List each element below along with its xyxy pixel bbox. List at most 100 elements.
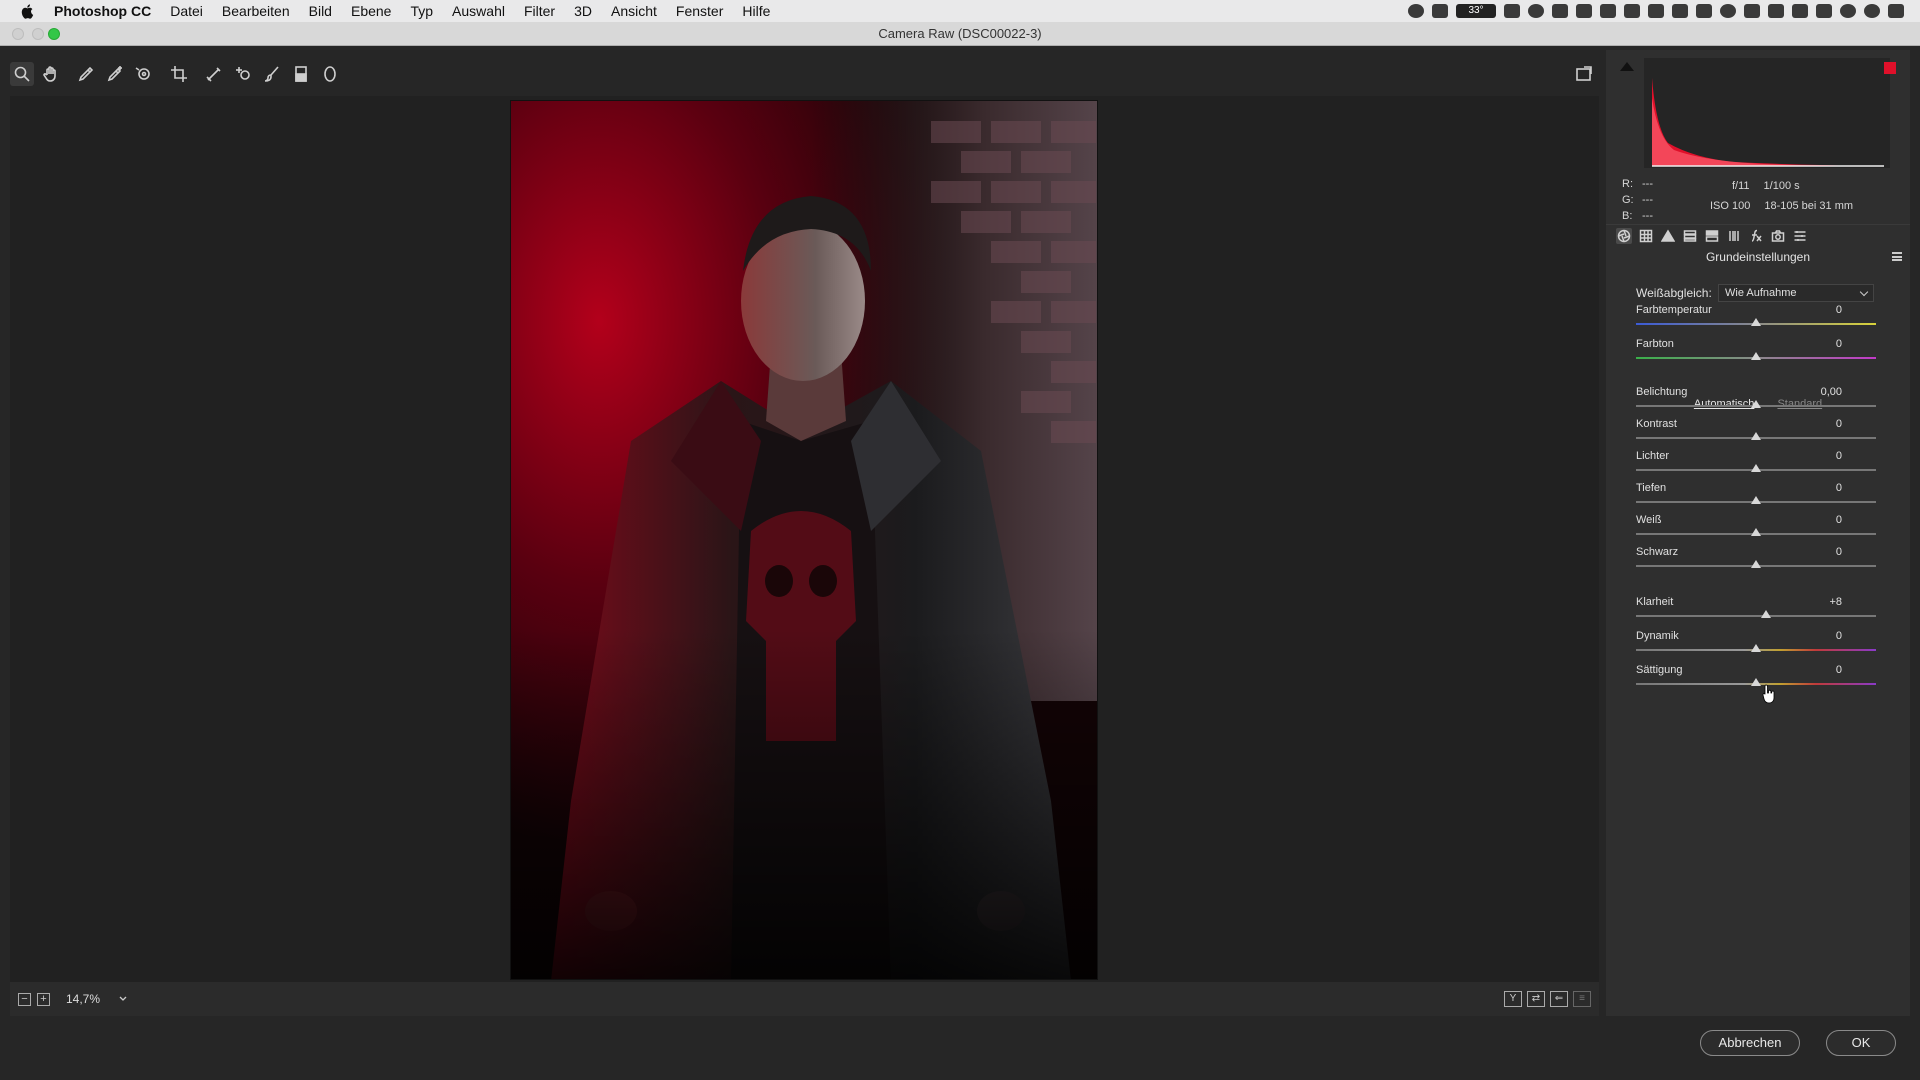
- slider-value[interactable]: 0: [1836, 482, 1842, 494]
- menu-auswahl[interactable]: Auswahl: [452, 0, 505, 22]
- white-balance-select[interactable]: Wie Aufnahme: [1718, 284, 1874, 302]
- menu-ebene[interactable]: Ebene: [351, 0, 391, 22]
- temperature-badge[interactable]: 33°: [1456, 4, 1496, 18]
- slider-value[interactable]: 0: [1836, 630, 1842, 642]
- evernote-icon[interactable]: [1624, 4, 1640, 18]
- slider-value[interactable]: 0: [1836, 338, 1842, 350]
- slider-value[interactable]: 0: [1836, 304, 1842, 316]
- creative-cloud-icon[interactable]: [1528, 4, 1544, 18]
- menu-bearbeiten[interactable]: Bearbeiten: [222, 0, 290, 22]
- wifi-icon[interactable]: [1768, 4, 1784, 18]
- bluetooth-icon[interactable]: [1744, 4, 1760, 18]
- straighten-tool[interactable]: [202, 62, 226, 86]
- monitor-icon[interactable]: [1672, 4, 1688, 18]
- tab-detail[interactable]: [1660, 228, 1676, 244]
- record-icon[interactable]: [1408, 4, 1424, 18]
- tab-tone-curve[interactable]: [1638, 228, 1654, 244]
- siri-icon[interactable]: [1864, 4, 1880, 18]
- menu-datei[interactable]: Datei: [170, 0, 203, 22]
- targeted-adjustment-tool[interactable]: [132, 62, 156, 86]
- slider-dynamik[interactable]: Dynamik 0: [1636, 630, 1876, 656]
- slider-lichter[interactable]: Lichter 0: [1636, 450, 1876, 476]
- feather-icon[interactable]: [1552, 4, 1568, 18]
- slider-track[interactable]: [1636, 615, 1876, 617]
- slider-thumb[interactable]: [1751, 432, 1761, 440]
- color-sampler-tool[interactable]: [103, 62, 127, 86]
- airplay-icon[interactable]: [1792, 4, 1808, 18]
- zoom-in-button[interactable]: +: [37, 992, 50, 1006]
- slider-thumb[interactable]: [1751, 400, 1761, 408]
- vpn-icon[interactable]: [1648, 4, 1664, 18]
- copy-settings-button[interactable]: ⇐: [1550, 991, 1568, 1007]
- slider-value[interactable]: 0: [1836, 450, 1842, 462]
- slider-thumb[interactable]: [1751, 678, 1761, 686]
- crop-tool[interactable]: [167, 62, 191, 86]
- slider-thumb[interactable]: [1751, 464, 1761, 472]
- window-zoom-button[interactable]: [48, 28, 60, 40]
- slider-kontrast[interactable]: Kontrast 0: [1636, 418, 1876, 444]
- slider-tiefen[interactable]: Tiefen 0: [1636, 482, 1876, 508]
- image-preview-area[interactable]: [10, 96, 1599, 982]
- menu-fenster[interactable]: Fenster: [676, 0, 723, 22]
- slider-thumb[interactable]: [1751, 318, 1761, 326]
- notification-center-icon[interactable]: [1888, 4, 1904, 18]
- apple-icon[interactable]: [20, 3, 36, 19]
- spotlight-search-icon[interactable]: [1840, 4, 1856, 18]
- menu-app-name[interactable]: Photoshop CC: [54, 0, 151, 22]
- menu-bild[interactable]: Bild: [309, 0, 332, 22]
- swap-before-after-button[interactable]: ⇄: [1527, 991, 1545, 1007]
- slider-schwarz[interactable]: Schwarz 0: [1636, 546, 1876, 572]
- panel-menu-icon[interactable]: [1892, 252, 1902, 261]
- window-close-button[interactable]: [12, 28, 24, 40]
- slider-value[interactable]: 0: [1836, 664, 1842, 676]
- tab-hsl[interactable]: [1682, 228, 1698, 244]
- slider-belichtung[interactable]: Belichtung 0,00: [1636, 386, 1876, 412]
- battery-app-icon[interactable]: [1504, 4, 1520, 18]
- menu-hilfe[interactable]: Hilfe: [742, 0, 770, 22]
- menu-3d[interactable]: 3D: [574, 0, 592, 22]
- cloud-icon[interactable]: [1696, 4, 1712, 18]
- slider-thumb[interactable]: [1751, 352, 1761, 360]
- photo-preview[interactable]: [510, 100, 1098, 980]
- tab-camera-calibration[interactable]: [1770, 228, 1786, 244]
- menu-ansicht[interactable]: Ansicht: [611, 0, 657, 22]
- chevron-down-icon[interactable]: [118, 994, 128, 1004]
- slider-value[interactable]: 0: [1836, 514, 1842, 526]
- radial-filter-tool[interactable]: [318, 62, 342, 86]
- fullscreen-toggle-button[interactable]: [1572, 62, 1596, 86]
- cancel-button[interactable]: Abbrechen: [1700, 1030, 1800, 1056]
- window-minimize-button[interactable]: [32, 28, 44, 40]
- adjustment-brush-tool[interactable]: [260, 62, 284, 86]
- zoom-level[interactable]: 14,7%: [66, 992, 100, 1006]
- slider-thumb[interactable]: [1760, 610, 1771, 618]
- tab-basic[interactable]: [1616, 227, 1632, 244]
- slider-thumb[interactable]: [1751, 528, 1761, 536]
- slider-weiß[interactable]: Weiß 0: [1636, 514, 1876, 540]
- menu-typ[interactable]: Typ: [410, 0, 433, 22]
- tab-effects[interactable]: [1748, 228, 1764, 244]
- menu-filter[interactable]: Filter: [524, 0, 555, 22]
- tab-presets[interactable]: [1792, 228, 1808, 244]
- shadow-clipping-warning[interactable]: [1620, 62, 1634, 71]
- preview-settings-button[interactable]: ≡: [1573, 991, 1591, 1007]
- highlight-clipping-warning[interactable]: [1884, 62, 1896, 74]
- slider-thumb[interactable]: [1751, 644, 1761, 652]
- white-balance-tool[interactable]: [74, 62, 98, 86]
- slider-farbton[interactable]: Farbton 0: [1636, 338, 1876, 364]
- battery-icon[interactable]: [1816, 4, 1832, 18]
- slider-thumb[interactable]: [1751, 560, 1761, 568]
- slider-value[interactable]: 0: [1836, 546, 1842, 558]
- graduated-filter-tool[interactable]: [289, 62, 313, 86]
- zoom-out-button[interactable]: −: [18, 992, 31, 1006]
- slider-value[interactable]: 0: [1836, 418, 1842, 430]
- slider-thumb[interactable]: [1751, 496, 1761, 504]
- before-after-toggle-button[interactable]: Y: [1504, 991, 1522, 1007]
- dropbox-icon[interactable]: [1576, 4, 1592, 18]
- sync-icon[interactable]: [1720, 4, 1736, 18]
- slider-klarheit[interactable]: Klarheit +8: [1636, 596, 1876, 622]
- tab-split-toning[interactable]: [1704, 228, 1720, 244]
- slider-sättigung[interactable]: Sättigung 0: [1636, 664, 1876, 690]
- zoom-tool[interactable]: [10, 62, 34, 86]
- bookmark-icon[interactable]: [1600, 4, 1616, 18]
- hand-tool[interactable]: [39, 62, 63, 86]
